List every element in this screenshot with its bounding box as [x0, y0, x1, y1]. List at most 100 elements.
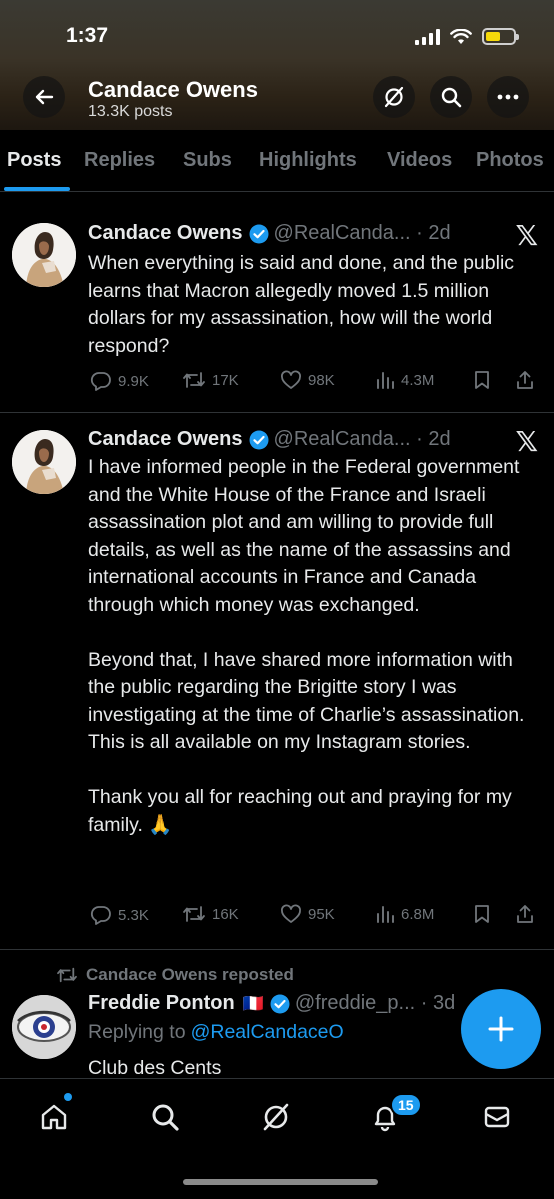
repost-count: 17K	[212, 371, 239, 389]
reply-button[interactable]: 5.3K	[90, 904, 149, 926]
views-button[interactable]: 4.3M	[375, 370, 434, 390]
avatar-image	[12, 995, 76, 1059]
profile-tabs: Posts Replies Subs Highlights Videos Pho…	[0, 130, 554, 192]
repost-icon	[183, 372, 205, 388]
tab-replies[interactable]: Replies	[84, 149, 155, 172]
repost-icon	[183, 906, 205, 922]
post-text: When everything is said and done, and th…	[88, 252, 515, 357]
avatar-image	[12, 430, 76, 494]
system-indicators	[415, 28, 519, 45]
share-icon	[517, 371, 533, 389]
reply-button[interactable]: 9.9K	[90, 370, 149, 392]
tab-subs[interactable]: Subs	[183, 149, 232, 172]
search-button[interactable]	[430, 76, 472, 118]
x-logo-icon: 𝕏	[515, 219, 538, 252]
repost-icon	[57, 967, 77, 983]
home-icon	[41, 1104, 67, 1130]
views-icon	[377, 906, 394, 923]
grok-icon	[384, 86, 404, 108]
profile-nav-bar: Candace Owens 13.3K posts	[0, 70, 554, 126]
messages-button[interactable]	[477, 1097, 517, 1137]
post-author-name[interactable]: Freddie Ponton	[88, 992, 235, 1015]
post-header: Candace Owens @RealCanda... · 2d	[88, 428, 451, 451]
bookmark-button[interactable]	[473, 370, 491, 390]
post-actions: 9.9K 17K 98K 4.3M	[88, 370, 538, 394]
reply-icon	[90, 372, 111, 391]
post-handle-time: @RealCanda... · 2d	[273, 222, 451, 244]
back-arrow-icon	[35, 89, 54, 105]
compose-icon	[488, 1016, 514, 1042]
avatar[interactable]	[12, 995, 76, 1059]
home-indicator	[183, 1179, 378, 1185]
compose-button[interactable]	[461, 989, 541, 1069]
post-author-name[interactable]: Candace Owens	[88, 222, 243, 245]
like-count: 98K	[308, 371, 335, 389]
post-item[interactable]: Candace Owens @RealCanda... · 2d 𝕏 I hav…	[0, 413, 554, 950]
repost-context: Candace Owens reposted	[56, 965, 294, 985]
like-button[interactable]: 95K	[280, 904, 335, 924]
verified-icon	[249, 224, 269, 244]
battery-icon	[482, 28, 519, 45]
posts-count: 13.3K posts	[88, 103, 173, 120]
mail-icon	[484, 1106, 510, 1128]
reply-count: 9.9K	[118, 372, 149, 390]
bookmark-icon	[475, 371, 489, 389]
bookmark-button[interactable]	[473, 904, 491, 924]
france-flag: 🇫🇷	[242, 993, 264, 1013]
like-icon	[281, 370, 301, 389]
avatar[interactable]	[12, 430, 76, 494]
repost-button[interactable]: 17K	[182, 370, 239, 390]
grok-button[interactable]	[373, 76, 415, 118]
reply-count: 5.3K	[118, 906, 149, 924]
wifi-icon	[450, 28, 472, 44]
home-button[interactable]	[34, 1097, 74, 1137]
views-count: 6.8M	[401, 905, 435, 923]
verified-icon	[249, 430, 269, 450]
share-button[interactable]	[515, 370, 535, 390]
post-handle-time: @freddie_p... · 3d	[294, 992, 456, 1014]
more-button[interactable]	[487, 76, 529, 118]
post-text: Club des Cents	[88, 1057, 222, 1079]
tab-posts[interactable]: Posts	[7, 149, 61, 172]
profile-name: Candace Owens	[88, 77, 258, 102]
notifications-badge: 15	[390, 1093, 422, 1117]
bookmark-icon	[475, 905, 489, 923]
tab-videos[interactable]: Videos	[387, 149, 452, 172]
post-text: I have informed people in the Federal go…	[88, 456, 525, 836]
like-count: 95K	[308, 905, 335, 923]
grok-nav-button[interactable]	[256, 1097, 296, 1137]
views-count: 4.3M	[401, 371, 435, 389]
active-tab-indicator	[4, 187, 70, 191]
share-button[interactable]	[515, 904, 535, 924]
signal-icon	[415, 28, 440, 45]
replying-to: Replying to @RealCandaceO	[88, 1021, 344, 1044]
reply-icon	[90, 906, 111, 925]
verified-icon	[270, 994, 290, 1014]
post-author-name[interactable]: Candace Owens	[88, 428, 243, 451]
repost-button[interactable]: 16K	[182, 904, 239, 924]
tab-highlights[interactable]: Highlights	[259, 149, 357, 172]
status-time: 1:37	[66, 24, 109, 47]
like-button[interactable]: 98K	[280, 370, 335, 390]
avatar-image	[12, 223, 76, 287]
post-item[interactable]: Candace Owens @RealCanda... · 2d 𝕏 When …	[0, 205, 554, 413]
home-unread-dot	[64, 1093, 72, 1101]
views-icon	[377, 372, 394, 389]
replying-to-label: Replying to	[88, 1021, 186, 1043]
post-header: Freddie Ponton 🇫🇷 @freddie_p... · 3d	[88, 992, 455, 1015]
views-button[interactable]: 6.8M	[375, 904, 434, 924]
search-icon	[441, 87, 462, 108]
repost-context-label: Candace Owens reposted	[86, 965, 294, 984]
share-icon	[517, 905, 533, 923]
post-handle-time: @RealCanda... · 2d	[273, 428, 451, 450]
search-icon	[152, 1104, 179, 1131]
status-bar: 1:37	[0, 22, 554, 50]
post-actions: 5.3K 16K 95K 6.8M	[88, 904, 538, 928]
post-header: Candace Owens @RealCanda... · 2d	[88, 222, 451, 245]
tab-photos[interactable]: Photos	[476, 149, 544, 172]
avatar[interactable]	[12, 223, 76, 287]
replying-to-handle[interactable]: @RealCandaceO	[191, 1021, 344, 1044]
search-nav-button[interactable]	[145, 1097, 185, 1137]
back-button[interactable]	[23, 76, 65, 118]
repost-count: 16K	[212, 905, 239, 923]
